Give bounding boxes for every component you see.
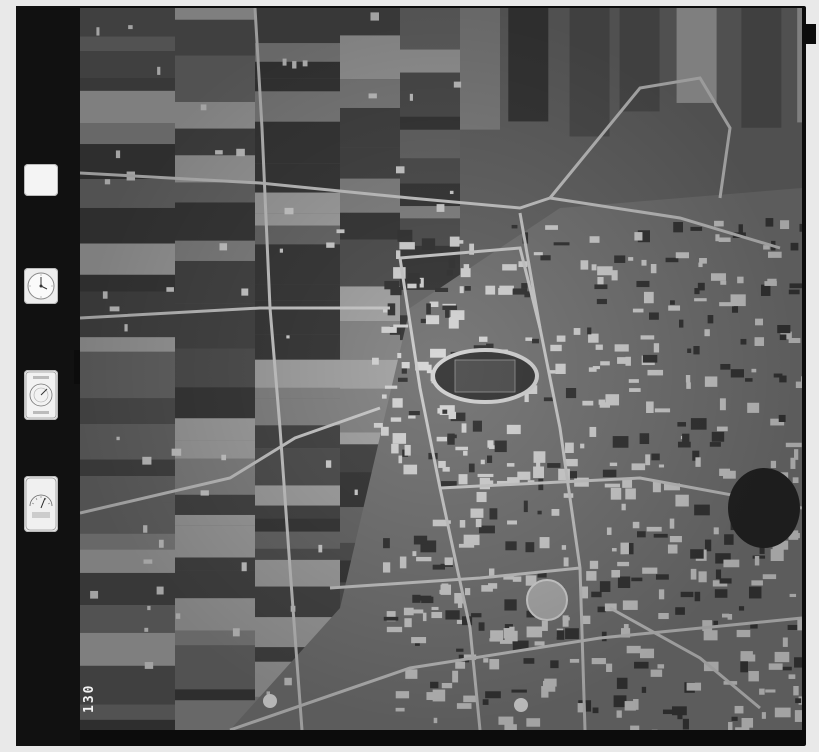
aerial-photo-canvas <box>80 8 802 730</box>
level-bubble-icon <box>24 476 58 532</box>
clock-dial-icon <box>24 268 58 304</box>
aerial-photo <box>80 8 802 730</box>
indicator-square-icon <box>24 164 58 196</box>
frame-number: 130 <box>82 683 97 713</box>
frame-notch-top <box>802 24 816 44</box>
photo-vignette <box>80 8 802 730</box>
altimeter-dial-icon <box>24 370 58 420</box>
